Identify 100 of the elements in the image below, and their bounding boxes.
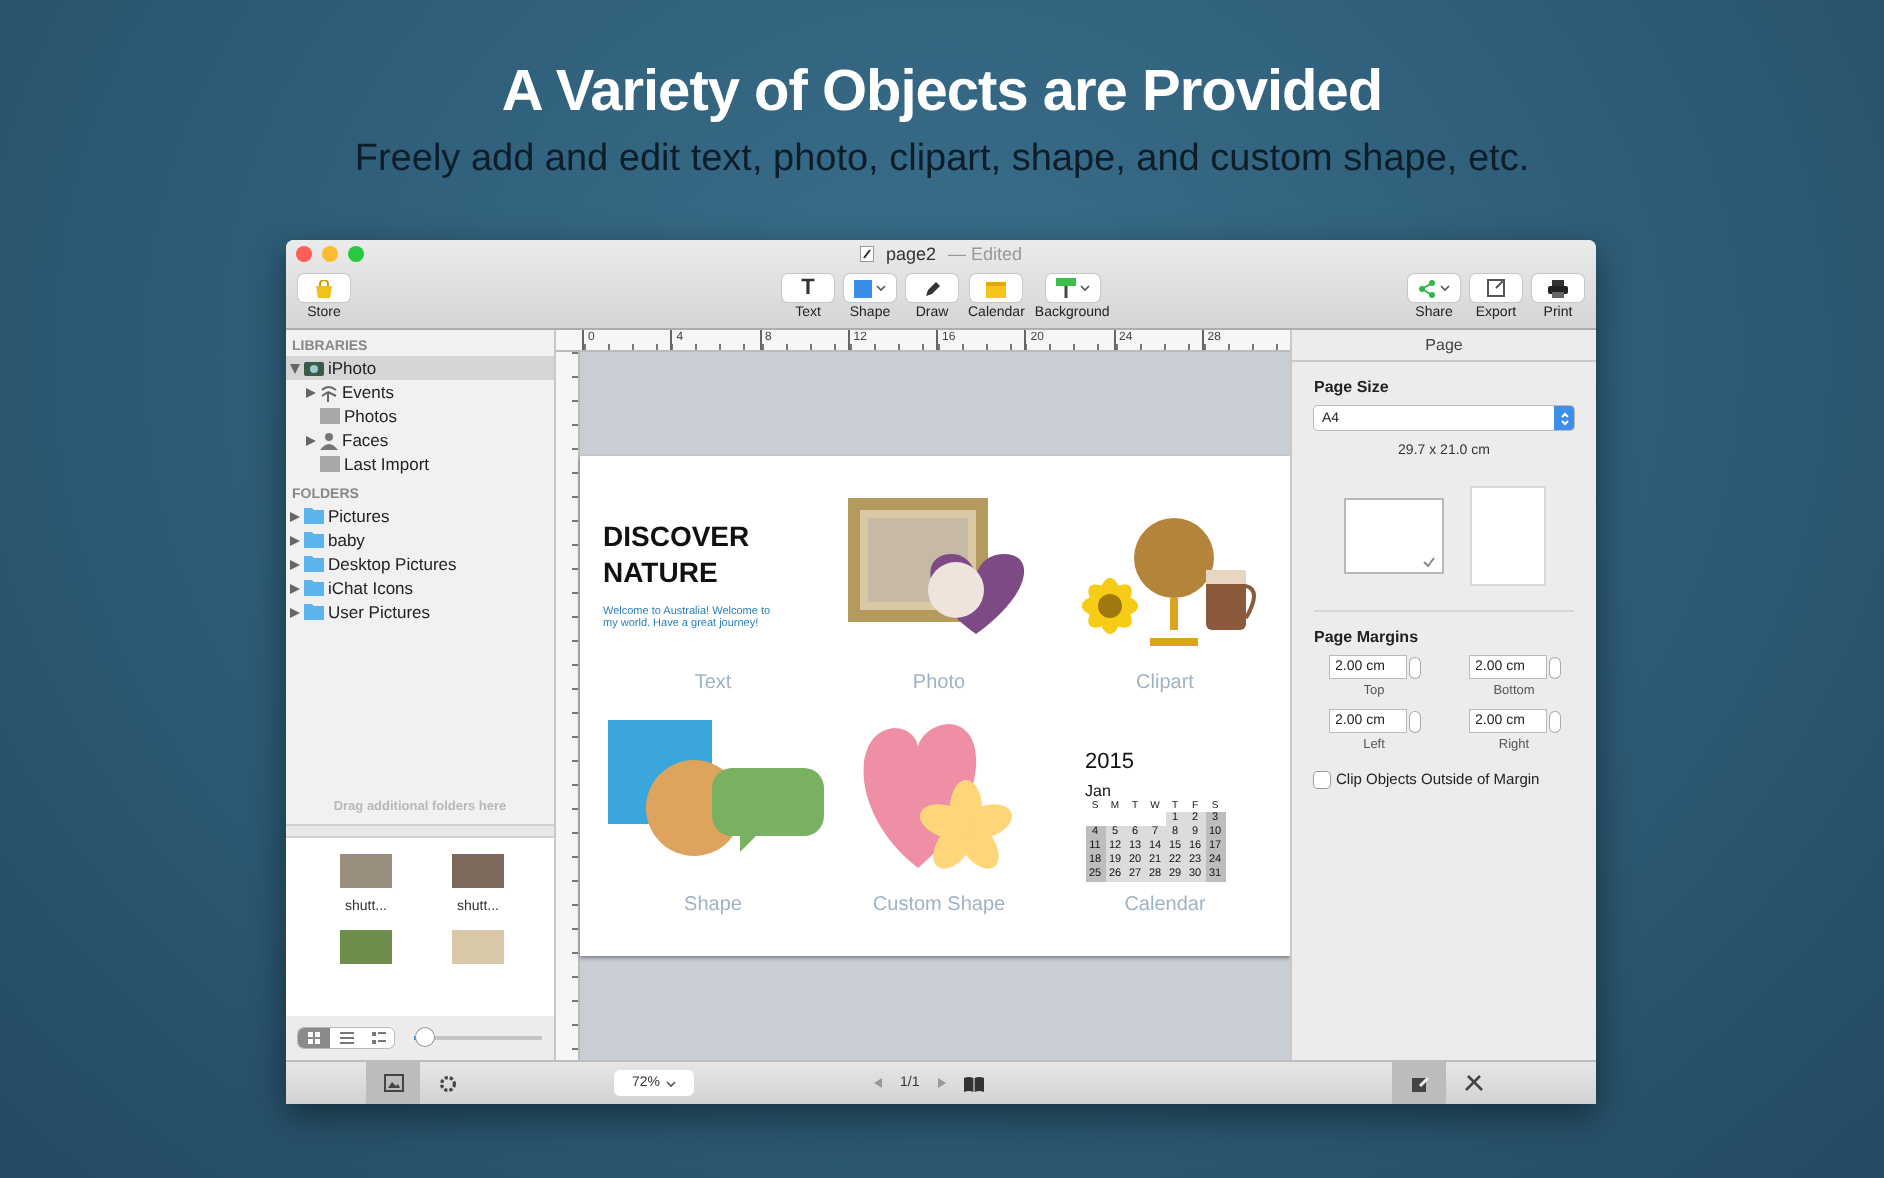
object-caption: Text	[694, 672, 732, 694]
disclosure-triangle-icon[interactable]	[290, 363, 300, 373]
sidebar-item[interactable]: Desktop Pictures	[286, 552, 554, 576]
sidebar-item-label: Last Import	[344, 454, 430, 474]
share-icon	[1418, 279, 1436, 297]
sidebar-item[interactable]: User Pictures	[286, 600, 554, 624]
sidebar-item[interactable]: Events	[286, 380, 554, 404]
section-heading: Page Size	[1314, 378, 1391, 396]
disclosure-triangle-icon[interactable]	[290, 583, 300, 593]
next-page-button[interactable]	[937, 1078, 946, 1088]
gear-icon	[437, 1073, 457, 1093]
caret-icon	[1079, 284, 1090, 292]
split-handle[interactable]	[286, 824, 554, 838]
sidebar-item-label: Faces	[342, 430, 389, 450]
grid-icon	[308, 1032, 320, 1044]
checkbox[interactable]	[1314, 771, 1330, 787]
sidebar-item-label: Photos	[344, 406, 397, 426]
background-tool-button[interactable]	[1045, 274, 1100, 302]
disclosure-triangle-icon[interactable]	[290, 559, 300, 569]
text-tool-button[interactable]: T	[782, 274, 834, 302]
sidebar-item[interactable]: iPhoto	[286, 356, 554, 380]
document-icon	[859, 246, 874, 262]
image-icon	[383, 1074, 403, 1092]
calendar-month: Jan	[1085, 782, 1113, 800]
pen-icon	[923, 279, 941, 297]
pencil-on-page-icon	[1409, 1073, 1429, 1093]
camera-icon	[304, 360, 324, 376]
disclosure-triangle-icon[interactable]	[290, 607, 300, 617]
close-button[interactable]	[296, 246, 312, 262]
sidebar-item[interactable]: Photos	[286, 404, 554, 428]
subheadline: Freely add and edit text, photo, clipart, shape, and custom shape, etc.	[354, 138, 1530, 182]
object-caption: Calendar	[1124, 894, 1206, 916]
caret-icon	[1440, 284, 1450, 292]
photo-thumbnail[interactable]	[452, 930, 504, 964]
store-tool-button[interactable]	[298, 274, 350, 302]
photo-thumbnail[interactable]	[340, 930, 392, 964]
sidebar-item-label: iChat Icons	[328, 578, 414, 598]
bottom-toggle-button[interactable]	[1392, 1061, 1446, 1104]
stepper[interactable]	[1549, 657, 1559, 677]
stepper[interactable]	[1409, 711, 1419, 731]
disclosure-triangle-icon[interactable]	[290, 535, 300, 545]
bottom-toggle-button[interactable]	[366, 1061, 420, 1104]
zoom-button[interactable]	[348, 246, 364, 262]
stepper[interactable]	[1409, 657, 1419, 677]
sidebar-item[interactable]: iChat Icons	[286, 576, 554, 600]
sidebar-item-label: Pictures	[328, 506, 390, 526]
stepper-arrows-icon	[1559, 411, 1569, 425]
print-tool-button[interactable]	[1532, 274, 1584, 302]
checkmark-icon	[1421, 556, 1435, 568]
calendar-year: 2015	[1085, 750, 1136, 774]
view-mode-button[interactable]	[298, 1028, 330, 1048]
edited-status: — Edited	[948, 244, 1023, 264]
photo-thumbnail[interactable]	[452, 854, 504, 888]
sidebar-item-label: Events	[342, 382, 394, 402]
disclosure-triangle-icon[interactable]	[306, 435, 316, 445]
headline: A Variety of Objects are Provided	[501, 60, 1383, 126]
headline-text: NATURE	[603, 554, 720, 591]
sidebar-item[interactable]: Faces	[286, 428, 554, 452]
object-caption: Clipart	[1136, 672, 1194, 694]
sidebar-item[interactable]: Pictures	[286, 504, 554, 528]
disclosure-triangle-icon[interactable]	[290, 511, 300, 521]
object-caption: Shape	[684, 894, 742, 916]
export-tool-button[interactable]	[1470, 274, 1522, 302]
calendar-icon	[986, 279, 1007, 297]
object-caption: Custom Shape	[872, 894, 1006, 916]
printer-icon	[1548, 279, 1568, 297]
square-icon	[854, 279, 872, 297]
portrait-option[interactable]	[1469, 486, 1545, 586]
shape-tool-button[interactable]	[844, 274, 896, 302]
person-icon	[320, 431, 338, 449]
slider-thumb[interactable]	[416, 1028, 435, 1046]
book-icon[interactable]	[963, 1075, 984, 1091]
stepper[interactable]	[1549, 711, 1559, 731]
sidebar-item[interactable]: Last Import	[286, 452, 554, 476]
caret-icon	[876, 284, 886, 292]
previous-page-button[interactable]	[874, 1078, 882, 1088]
section-heading: Page Margins	[1314, 628, 1421, 646]
object-caption: Photo	[912, 672, 966, 694]
photo-thumbnail[interactable]	[340, 854, 392, 888]
landscape-option[interactable]	[1343, 498, 1443, 574]
sidebar-item-label: baby	[328, 530, 365, 550]
sidebar-item-label: User Pictures	[328, 602, 431, 622]
inspector-tab[interactable]: Page	[1292, 330, 1596, 362]
sidebar-item-label: Desktop Pictures	[328, 554, 457, 574]
right-triangle-icon	[937, 1078, 946, 1088]
left-triangle-icon	[874, 1078, 882, 1088]
list-icon	[339, 1032, 353, 1044]
sidebar-item[interactable]: baby	[286, 528, 554, 552]
photo-album-icon	[320, 408, 340, 424]
draw-tool-button[interactable]	[906, 274, 958, 302]
sidebar-item-label: iPhoto	[328, 358, 377, 378]
paint-roller-icon	[1055, 278, 1076, 298]
disclosure-triangle-icon[interactable]	[306, 387, 316, 397]
share-tool-button[interactable]	[1408, 274, 1460, 302]
photo-album-icon	[320, 456, 340, 472]
detail-list-icon	[371, 1032, 385, 1044]
export-icon	[1486, 278, 1506, 298]
calendar-tool-button[interactable]	[970, 274, 1023, 302]
headline-text: DISCOVER	[603, 517, 752, 554]
shopping-bag-icon	[314, 279, 334, 297]
